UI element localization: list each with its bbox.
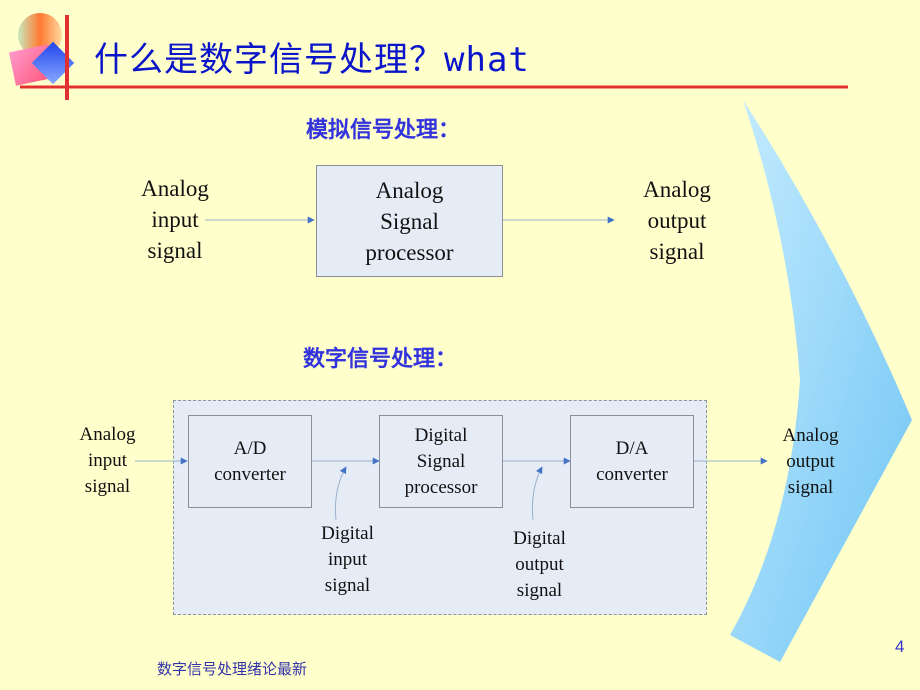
label-line: signal bbox=[516, 580, 563, 601]
label-line: output bbox=[786, 451, 835, 472]
label-line: input bbox=[327, 549, 368, 570]
label-line: input bbox=[87, 450, 128, 471]
label-line: Signal bbox=[380, 208, 439, 234]
digital-input-signal-label: Digital input signal bbox=[305, 521, 390, 599]
analog-input-label: Analog input signal bbox=[120, 173, 230, 266]
ad-converter-box[interactable]: A/D converter bbox=[188, 415, 312, 508]
analog-section-heading: 模拟信号处理： bbox=[306, 118, 461, 143]
page-number: 4 bbox=[895, 637, 905, 656]
digital-section-heading: 数字信号处理： bbox=[303, 347, 458, 372]
digital-output-signal-label: Digital output signal bbox=[497, 526, 582, 604]
label-line: Analog bbox=[375, 177, 444, 203]
label-line: Analog bbox=[79, 424, 136, 445]
digital-analog-input-label: Analog input signal bbox=[65, 422, 150, 500]
label-line: processor bbox=[404, 476, 478, 498]
label-line: Signal bbox=[416, 450, 466, 472]
title-english: what bbox=[444, 40, 530, 80]
title-chinese: 什么是数字信号处理？ bbox=[94, 40, 444, 80]
label-line: converter bbox=[596, 463, 668, 485]
label-line: signal bbox=[787, 477, 834, 498]
label-line: signal bbox=[649, 239, 705, 264]
label-line: processor bbox=[365, 239, 454, 265]
label-line: converter bbox=[214, 463, 286, 485]
label-line: signal bbox=[147, 238, 203, 263]
label-line: signal bbox=[84, 476, 131, 497]
label-line: output bbox=[515, 554, 564, 575]
da-converter-box[interactable]: D/A converter bbox=[570, 415, 694, 508]
analog-output-label: Analog output signal bbox=[622, 174, 732, 267]
logo-icon bbox=[8, 13, 75, 86]
analog-signal-processor-box[interactable]: Analog Signal processor bbox=[316, 165, 503, 277]
dsp-label: Digital Signal processor bbox=[405, 423, 478, 501]
label-line: Analog bbox=[141, 176, 209, 201]
label-line: D/A bbox=[615, 437, 649, 459]
label-line: Digital bbox=[414, 424, 468, 446]
label-line: Analog bbox=[782, 425, 839, 446]
label-line: Analog bbox=[643, 177, 711, 202]
da-converter-label: D/A converter bbox=[596, 436, 668, 488]
label-line: Digital bbox=[513, 528, 566, 549]
big-curved-arrow-icon bbox=[730, 100, 912, 662]
label-line: Digital bbox=[321, 523, 374, 544]
label-line: input bbox=[151, 207, 199, 232]
digital-signal-processor-box[interactable]: Digital Signal processor bbox=[379, 415, 503, 508]
label-line: A/D bbox=[233, 437, 267, 459]
label-line: output bbox=[647, 208, 707, 233]
label-line: signal bbox=[324, 575, 371, 596]
ad-converter-label: A/D converter bbox=[214, 436, 286, 488]
analog-processor-label: Analog Signal processor bbox=[365, 175, 453, 268]
page-title: 什么是数字信号处理？what bbox=[94, 32, 530, 81]
digital-analog-output-label: Analog output signal bbox=[768, 423, 853, 501]
slide-footer: 数字信号处理绪论最新 bbox=[157, 660, 308, 678]
